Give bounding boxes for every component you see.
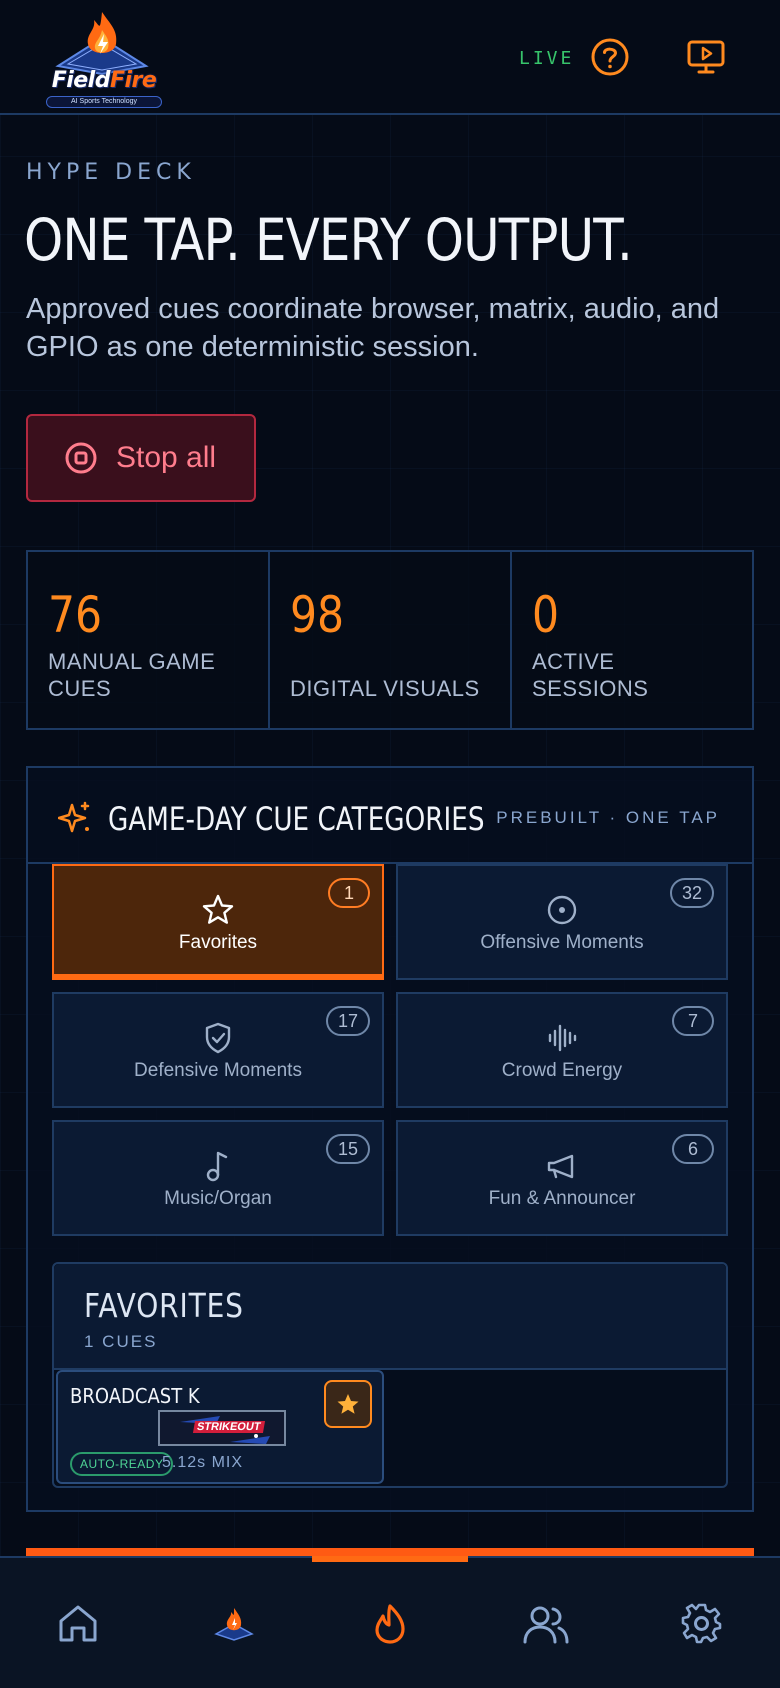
- favorites-title: FAVORITES: [84, 1286, 244, 1325]
- favorites-header: FAVORITES 1 CUES: [54, 1264, 726, 1370]
- fieldfire-logo-icon: [214, 1608, 254, 1641]
- app-header: FieldFire AI Sports Technology LIVE: [0, 0, 780, 115]
- page-eyebrow: HYPE DECK: [26, 160, 196, 185]
- category-label: Defensive Moments: [134, 1060, 302, 1081]
- stats-strip: 76 MANUAL GAME CUES 98 DIGITAL VISUALS 0…: [26, 550, 754, 730]
- thumbnail-text: STRIKEOUT: [192, 1421, 265, 1433]
- category-label: Favorites: [178, 932, 258, 953]
- nav-settings[interactable]: [672, 1594, 732, 1654]
- page-description: Approved cues coordinate browser, matrix…: [26, 293, 720, 363]
- status-badge: AUTO-READY: [70, 1452, 174, 1476]
- stat-manual-game-cues: 76 MANUAL GAME CUES: [28, 552, 270, 728]
- stop-all-label: Stop all: [116, 441, 217, 474]
- stat-label: MANUAL GAME CUES: [48, 649, 216, 701]
- stat-value: 0: [532, 586, 560, 644]
- star-icon: [202, 894, 234, 924]
- category-label: Offensive Moments: [480, 932, 644, 953]
- category-offensive-moments[interactable]: Offensive Moments 32: [396, 864, 728, 980]
- settings-icon: [681, 1603, 722, 1644]
- sparkles-icon: [58, 801, 90, 833]
- category-count-badge: 6: [672, 1134, 714, 1164]
- shield-check-icon: [205, 1022, 231, 1054]
- bottom-navigation: [0, 1556, 780, 1688]
- favorites-section: FAVORITES 1 CUES BROADCAST K STRIKEOUT A…: [52, 1262, 728, 1488]
- nav-home[interactable]: [48, 1594, 108, 1654]
- category-fun-announcer[interactable]: Fun & Announcer 6: [396, 1120, 728, 1236]
- nav-users[interactable]: [516, 1594, 576, 1654]
- category-label: Fun & Announcer: [488, 1188, 636, 1209]
- stat-value: 98: [290, 586, 345, 644]
- cue-duration: 5.12s MIX: [162, 1454, 244, 1471]
- cue-title: BROADCAST K: [70, 1384, 200, 1408]
- panel-meta: PREBUILT · ONE TAP: [496, 808, 720, 827]
- favorites-count: 1 CUES: [84, 1332, 158, 1351]
- fieldfire-logo[interactable]: FieldFire AI Sports Technology: [38, 8, 166, 108]
- flame-icon: [375, 1604, 405, 1644]
- target-icon: [547, 895, 577, 925]
- accent-bar: [26, 1548, 754, 1556]
- category-favorites[interactable]: Favorites 1: [52, 864, 384, 980]
- users-icon: [523, 1606, 569, 1644]
- stop-all-button[interactable]: Stop all: [26, 414, 256, 502]
- logo-wordmark: FieldFire: [51, 68, 157, 93]
- category-label: Crowd Energy: [501, 1060, 623, 1081]
- megaphone-icon: [547, 1154, 574, 1179]
- stop-circle-icon: [65, 442, 97, 474]
- category-count-badge: 17: [325, 1006, 370, 1036]
- home-icon: [59, 1605, 97, 1642]
- stat-label: ACTIVE SESSIONS: [532, 649, 649, 701]
- music-note-icon: [206, 1151, 228, 1182]
- cue-card[interactable]: BROADCAST K STRIKEOUT AUTO-READY 5.12s M…: [56, 1370, 384, 1484]
- category-count-badge: 15: [325, 1134, 370, 1164]
- cue-categories-panel: GAME-DAY CUE CATEGORIES PREBUILT · ONE T…: [26, 766, 754, 1512]
- live-indicator: LIVE: [519, 48, 575, 69]
- stat-digital-visuals: 98 DIGITAL VISUALS: [270, 552, 512, 728]
- category-label: Music/Organ: [164, 1188, 272, 1209]
- page-title: ONE TAP. EVERY OUTPUT.: [24, 206, 633, 274]
- star-filled-icon: [337, 1394, 359, 1414]
- favorite-toggle-button[interactable]: [324, 1380, 372, 1428]
- audio-wave-icon: [548, 1024, 577, 1052]
- stat-label: DIGITAL VISUALS: [290, 676, 480, 701]
- active-tab-indicator: [312, 1556, 468, 1562]
- logo-subtitle: AI Sports Technology: [46, 96, 162, 108]
- panel-title: GAME-DAY CUE CATEGORIES: [108, 800, 485, 838]
- category-count-badge: 1: [328, 878, 370, 908]
- category-count-badge: 32: [669, 878, 714, 908]
- help-icon[interactable]: [590, 37, 630, 77]
- stat-value: 76: [48, 586, 103, 644]
- category-count-badge: 7: [672, 1006, 714, 1036]
- category-crowd-energy[interactable]: Crowd Energy 7: [396, 992, 728, 1108]
- category-defensive-moments[interactable]: Defensive Moments 17: [52, 992, 384, 1108]
- nav-hype-deck[interactable]: [360, 1594, 420, 1654]
- stat-active-sessions: 0 ACTIVE SESSIONS: [512, 552, 752, 728]
- panel-header: GAME-DAY CUE CATEGORIES PREBUILT · ONE T…: [28, 768, 752, 864]
- category-music-organ[interactable]: Music/Organ 15: [52, 1120, 384, 1236]
- cue-thumbnail: STRIKEOUT: [158, 1410, 286, 1446]
- display-play-icon[interactable]: [686, 37, 726, 77]
- nav-fieldfire[interactable]: [204, 1594, 264, 1654]
